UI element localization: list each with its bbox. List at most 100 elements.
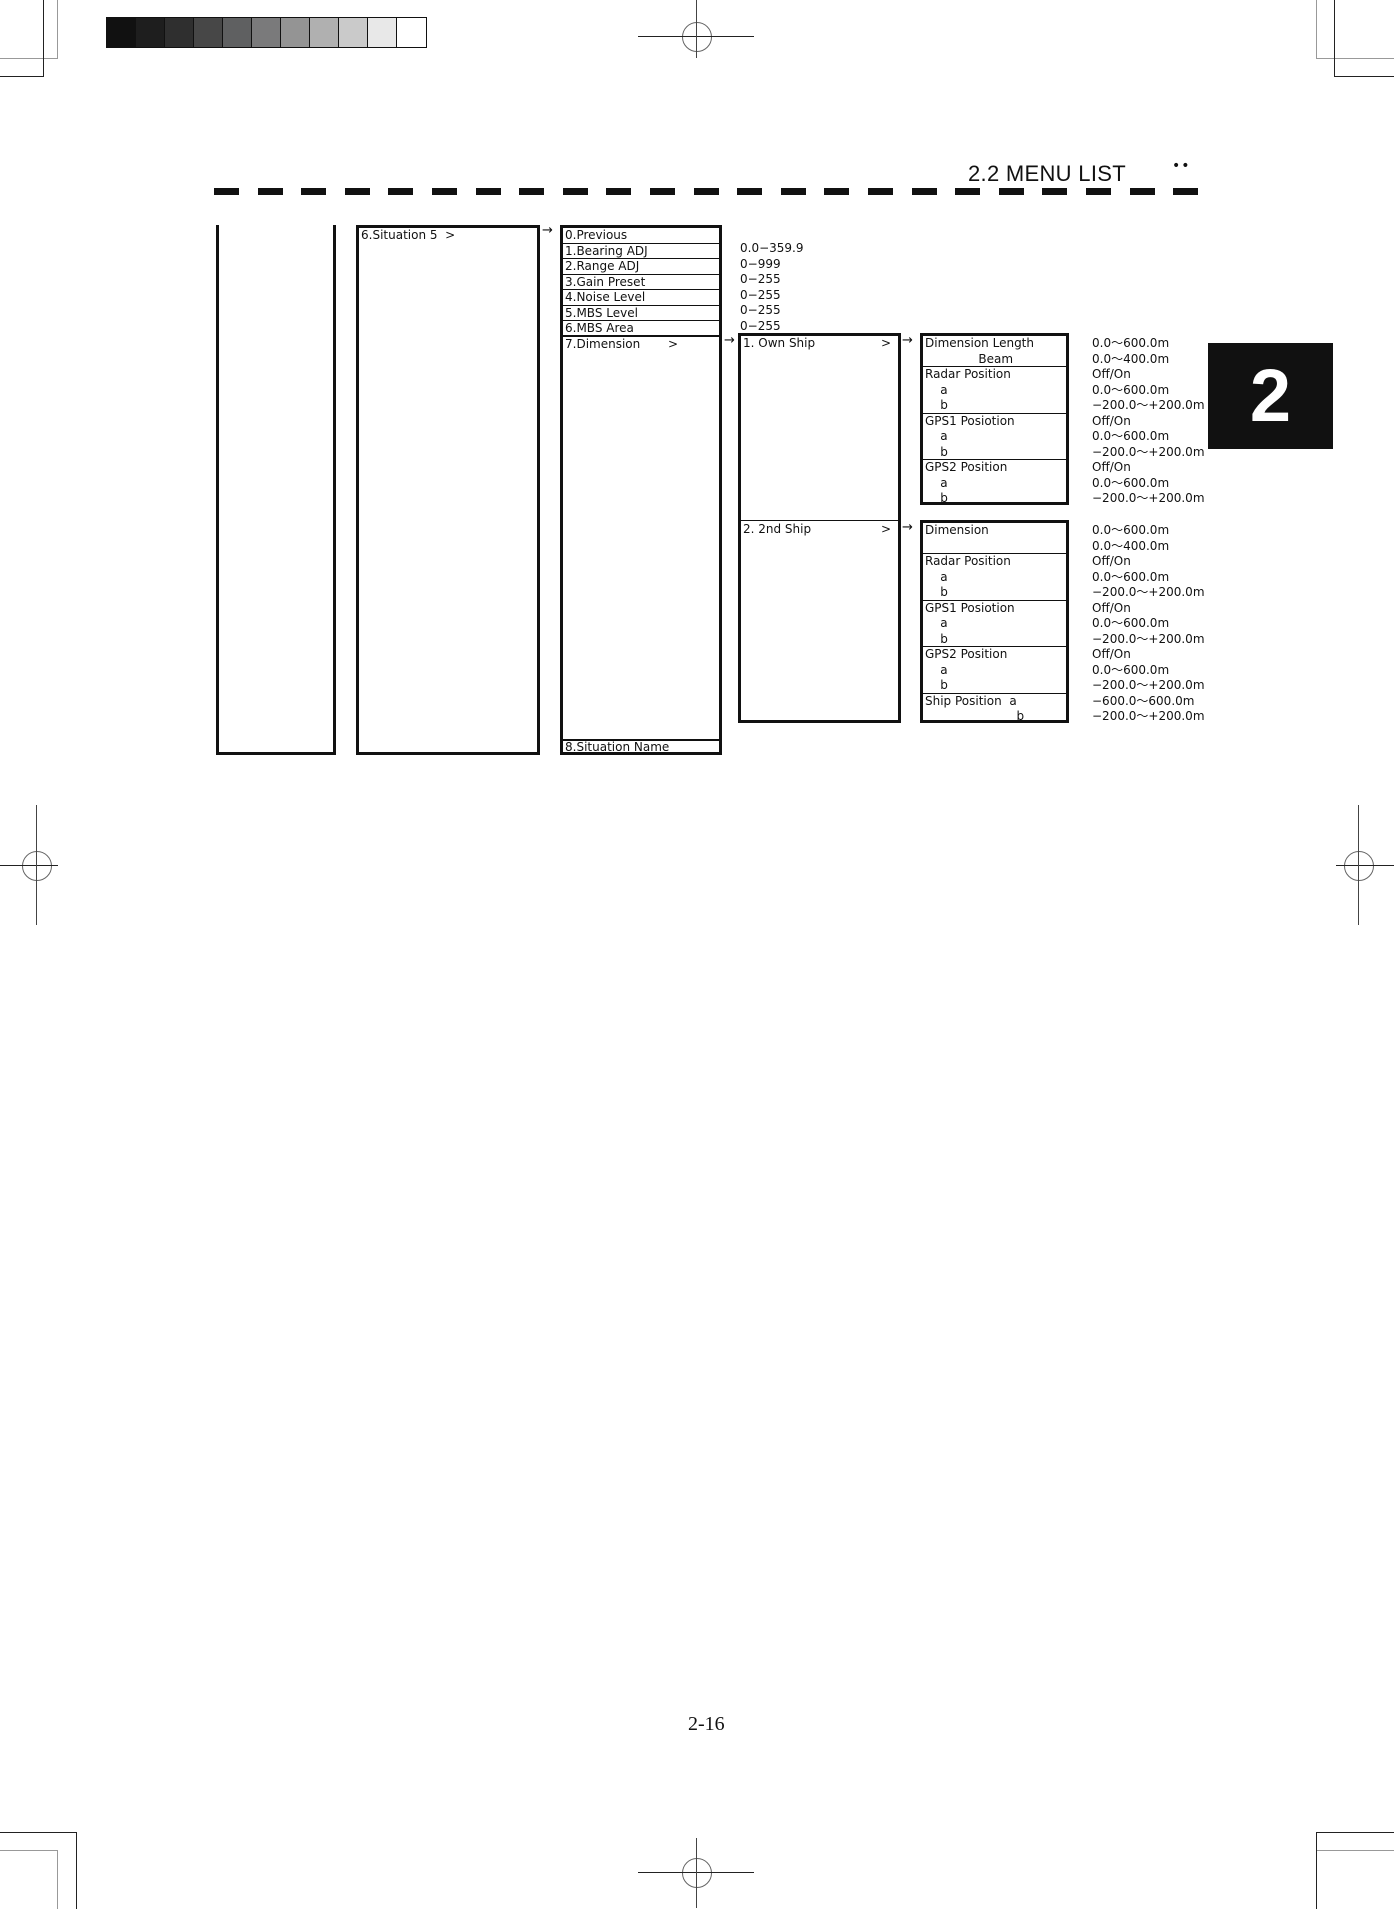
gray-swatch bbox=[165, 18, 194, 47]
menu-item-2nd-ship[interactable]: 2. 2nd Ship bbox=[743, 522, 811, 538]
dash-segment bbox=[693, 188, 719, 195]
detail-group[interactable]: Dimension Length Beam bbox=[923, 336, 1066, 367]
detail-group[interactable]: GPS2 Position a b bbox=[923, 460, 1066, 507]
dash-segment bbox=[737, 188, 763, 195]
detail-range: −200.0〜+200.0m bbox=[1092, 631, 1205, 646]
detail-group[interactable]: GPS1 Posiotion a b bbox=[923, 413, 1066, 460]
detail-range: Off/On bbox=[1092, 460, 1131, 474]
detail-label: Beam bbox=[925, 351, 1014, 366]
own-ship-chevron-icon: > bbox=[881, 336, 892, 350]
dash-segment bbox=[301, 188, 327, 195]
detail-range: 0.0〜600.0m bbox=[1092, 523, 1170, 537]
2nd-ship-detail-box: Dimension Radar Position a b GPS1 Posiotio… bbox=[920, 520, 1069, 723]
crop-mark-top-left-inner bbox=[0, 0, 44, 77]
range-mbs-level: 0−255 bbox=[740, 303, 781, 317]
menu-item-mbs-level[interactable]: 5.MBS Level bbox=[563, 306, 719, 321]
menu-item-situation-name[interactable]: 8.Situation Name bbox=[565, 740, 669, 756]
detail-label: b bbox=[925, 444, 948, 459]
menu-level1-box bbox=[216, 225, 336, 755]
dash-segment bbox=[780, 188, 806, 195]
detail-range: 0.0〜400.0m bbox=[1092, 351, 1170, 366]
dash-segment bbox=[519, 188, 545, 195]
detail-label: Dimension bbox=[925, 523, 989, 537]
menu-item-mbs-area[interactable]: 6.MBS Area bbox=[563, 321, 719, 337]
dash-segment bbox=[344, 188, 370, 195]
arrow-icon: → bbox=[902, 333, 913, 348]
detail-label: b bbox=[925, 398, 948, 412]
menu-item-noise-level[interactable]: 4.Noise Level bbox=[563, 290, 719, 306]
detail-range: Off/On bbox=[1092, 600, 1131, 615]
detail-group[interactable]: Dimension bbox=[923, 523, 1066, 554]
detail-range: 0.0〜600.0m bbox=[1092, 662, 1170, 677]
arrow-icon: → bbox=[542, 223, 553, 238]
detail-range: Off/On bbox=[1092, 413, 1131, 428]
detail-range: 0.0〜400.0m bbox=[1092, 538, 1170, 553]
detail-label: a bbox=[925, 382, 948, 397]
registration-mark-bottom bbox=[638, 1838, 754, 1908]
dash-segment bbox=[214, 188, 239, 195]
detail-label: Radar Position bbox=[925, 554, 1011, 568]
dash-segment bbox=[868, 188, 893, 195]
dash-segment bbox=[650, 188, 675, 195]
menu-level2-box: 6.Situation 5 > bbox=[356, 225, 540, 755]
detail-label: a bbox=[925, 616, 948, 630]
detail-label: GPS2 Position bbox=[925, 647, 1008, 661]
detail-group[interactable]: Ship Position a b bbox=[923, 694, 1066, 725]
detail-range: −200.0〜+200.0m bbox=[1092, 585, 1205, 599]
crop-mark-bottom-left-inner bbox=[0, 1832, 77, 1909]
gray-swatch bbox=[368, 18, 397, 47]
detail-group[interactable]: Radar Position a b bbox=[923, 367, 1066, 414]
registration-mark-left bbox=[0, 805, 58, 925]
dash-segment bbox=[911, 188, 937, 195]
gray-swatch bbox=[136, 18, 165, 47]
gray-scale-bar bbox=[106, 17, 427, 48]
menu-item-situation-5[interactable]: 6.Situation 5 > bbox=[361, 228, 455, 244]
detail-range: Off/On bbox=[1092, 367, 1131, 381]
crop-mark-top-right-inner bbox=[1334, 0, 1394, 77]
menu-item-own-ship[interactable]: 1. Own Ship bbox=[743, 336, 815, 352]
section-title: 2.2 MENU LIST bbox=[968, 161, 1126, 186]
detail-label: a bbox=[925, 662, 948, 677]
detail-label: a bbox=[925, 475, 948, 490]
detail-group[interactable]: Radar Position a b bbox=[923, 554, 1066, 601]
detail-range: 0.0〜600.0m bbox=[1092, 336, 1170, 350]
detail-label: GPS1 Posiotion bbox=[925, 413, 1015, 428]
gray-swatch bbox=[397, 18, 426, 47]
dash-segment bbox=[388, 188, 414, 195]
gray-swatch bbox=[339, 18, 368, 47]
gray-swatch bbox=[194, 18, 223, 47]
detail-label: b bbox=[925, 709, 1025, 723]
dimension-chevron-icon: > bbox=[668, 337, 679, 351]
dash-segment bbox=[1042, 188, 1068, 195]
detail-range: −600.0〜600.0m bbox=[1092, 693, 1195, 708]
menu-item-range-adj[interactable]: 2.Range ADJ bbox=[563, 259, 719, 275]
menu-item-previous[interactable]: 0.Previous bbox=[563, 228, 719, 244]
registration-mark-top bbox=[638, 0, 754, 58]
own-ship-detail-box: Dimension Length Beam Radar Position a bG… bbox=[920, 333, 1069, 505]
detail-range: 0.0〜600.0m bbox=[1092, 569, 1170, 584]
dash-segment bbox=[606, 188, 632, 195]
2nd-ship-chevron-icon: > bbox=[881, 522, 892, 536]
crop-mark-bottom-right-inner bbox=[1316, 1832, 1394, 1909]
detail-range: −200.0〜+200.0m bbox=[1092, 678, 1205, 692]
gray-swatch bbox=[281, 18, 310, 47]
detail-label: GPS2 Position bbox=[925, 460, 1008, 474]
gray-swatch bbox=[107, 18, 136, 47]
detail-group[interactable]: GPS2 Position a b bbox=[923, 647, 1066, 694]
menu-item-gain-preset[interactable]: 3.Gain Preset bbox=[563, 275, 719, 290]
detail-group[interactable]: GPS1 Posiotion a b bbox=[923, 601, 1066, 647]
range-noise-level: 0−255 bbox=[740, 287, 781, 302]
detail-range: 0.0〜600.0m bbox=[1092, 382, 1170, 397]
chapter-tab: 2 bbox=[1208, 343, 1333, 449]
menu-item-dimension[interactable]: 7.Dimension bbox=[565, 337, 640, 353]
detail-label: b bbox=[925, 631, 948, 646]
menu-item-bearing-adj[interactable]: 1.Bearing ADJ bbox=[563, 244, 719, 259]
dash-segment bbox=[1086, 188, 1111, 195]
detail-label: b bbox=[925, 678, 948, 692]
detail-range: Off/On bbox=[1092, 554, 1131, 568]
detail-label: a bbox=[925, 569, 948, 584]
gray-swatch bbox=[223, 18, 252, 47]
dash-segment bbox=[475, 188, 501, 195]
detail-range: Off/On bbox=[1092, 647, 1131, 661]
gray-swatch bbox=[252, 18, 281, 47]
